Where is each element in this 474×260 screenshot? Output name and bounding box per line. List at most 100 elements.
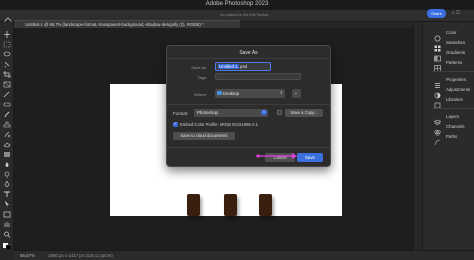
marquee-tool-icon[interactable] bbox=[3, 35, 11, 48]
embed-profile-checkbox[interactable]: ✓ bbox=[173, 121, 178, 127]
history-brush-tool-icon[interactable] bbox=[3, 125, 11, 138]
healing-brush-tool-icon[interactable] bbox=[3, 95, 11, 107]
panel-label: Adjustments bbox=[446, 87, 471, 92]
path-selection-tool-icon[interactable] bbox=[3, 195, 11, 208]
title-bar: Adobe Photoshop 2023 bbox=[0, 0, 474, 10]
format-select[interactable]: Photoshop ⇕ bbox=[194, 109, 268, 117]
adjustments-icon bbox=[434, 86, 441, 99]
patterns-icon bbox=[434, 59, 441, 72]
filename-selected-text: Untitled-1 bbox=[218, 64, 239, 69]
chevron-updown-icon: ⇕ bbox=[279, 90, 283, 95]
clone-stamp-tool-icon[interactable] bbox=[3, 115, 11, 128]
search-icon[interactable]: ⌕ ▢ bbox=[452, 10, 460, 16]
dialog-divider bbox=[167, 147, 330, 148]
eraser-tool-icon[interactable] bbox=[3, 135, 11, 148]
bottle-image bbox=[187, 194, 200, 216]
libraries-icon bbox=[434, 96, 441, 109]
share-button[interactable]: Share bbox=[427, 9, 446, 18]
save-a-copy-button[interactable]: Save a Copy... bbox=[285, 109, 323, 117]
panel-label: Layers bbox=[446, 114, 460, 119]
folder-icon bbox=[217, 91, 222, 95]
document-size: 1650 px x 1417 px (118,11 ppcm) bbox=[48, 253, 113, 258]
frame-tool-icon[interactable] bbox=[3, 75, 11, 88]
panel-icon-column bbox=[414, 22, 423, 250]
panel-divider bbox=[432, 108, 474, 109]
panel-swatches[interactable]: Swatches bbox=[434, 38, 474, 52]
properties-icon bbox=[434, 76, 441, 88]
panel-gradients[interactable]: Gradients bbox=[434, 48, 474, 62]
object-select-tool-icon[interactable] bbox=[3, 55, 11, 68]
filename-extension: .psd bbox=[238, 64, 248, 69]
color-swatch-icon[interactable] bbox=[3, 237, 12, 251]
brush-tool-icon[interactable] bbox=[3, 105, 11, 118]
panel-label: Swatches bbox=[446, 40, 466, 45]
swatches-grid-icon bbox=[434, 39, 441, 52]
where-value: Desktop bbox=[223, 91, 240, 96]
panel-divider bbox=[432, 71, 474, 72]
home-icon[interactable] bbox=[4, 12, 12, 25]
window-title: Adobe Photoshop 2023 bbox=[205, 1, 269, 7]
gradient-icon bbox=[434, 49, 441, 62]
photoshop-window: Adobe Photoshop 2023 No options for the … bbox=[0, 0, 474, 260]
filename-input[interactable]: Untitled-1.psd bbox=[215, 62, 271, 71]
save-as-label: Save As: bbox=[191, 65, 207, 70]
save-copy-checkbox[interactable] bbox=[277, 110, 282, 115]
panel-label: Properties bbox=[446, 77, 467, 82]
document-tab-label: Untitled-1 @ 66,7% (landscape-format,-tr… bbox=[25, 22, 204, 27]
crop-tool-icon[interactable] bbox=[3, 65, 11, 78]
dialog-divider bbox=[167, 58, 330, 59]
gradient-tool-icon[interactable] bbox=[3, 145, 11, 157]
panel-label: Paths bbox=[446, 134, 458, 139]
status-bar: 66,67% 1650 px x 1417 px (118,11 ppcm) bbox=[14, 250, 474, 260]
pen-tool-icon[interactable] bbox=[3, 175, 11, 188]
panel-label: Channels bbox=[446, 124, 465, 129]
panel-label: Libraries bbox=[446, 97, 463, 102]
bottle-image bbox=[224, 194, 237, 216]
chevron-updown-icon: ⇕ bbox=[261, 110, 267, 115]
dialog-divider bbox=[167, 104, 330, 105]
panel-layers[interactable]: Layers bbox=[433, 112, 474, 125]
panels-dock: Color Swatches Gradients Patterns Proper… bbox=[413, 22, 474, 250]
dodge-tool-icon[interactable] bbox=[3, 165, 11, 178]
panel-label: Gradients bbox=[446, 50, 466, 55]
panel-channels[interactable]: Channels bbox=[434, 122, 474, 136]
save-to-cloud-button[interactable]: Save to cloud documents bbox=[173, 132, 235, 140]
where-select[interactable]: Desktop ⇕ bbox=[215, 89, 285, 98]
dialog-title: Save As bbox=[239, 50, 258, 56]
hand-tool-icon[interactable] bbox=[3, 215, 11, 227]
format-value: Photoshop bbox=[197, 110, 218, 115]
blur-tool-icon[interactable] bbox=[3, 155, 11, 167]
panel-color[interactable]: Color bbox=[434, 28, 474, 42]
where-label: Where: bbox=[194, 92, 207, 97]
chevron-down-icon: ⌄ bbox=[294, 90, 298, 95]
panel-label: Patterns bbox=[446, 60, 463, 65]
eyedropper-tool-icon[interactable] bbox=[3, 85, 11, 98]
channels-icon bbox=[434, 123, 441, 136]
panel-patterns[interactable]: Patterns bbox=[434, 58, 474, 72]
paths-icon bbox=[434, 133, 441, 146]
zoom-tool-icon[interactable] bbox=[3, 225, 11, 238]
panel-paths[interactable]: Paths bbox=[434, 132, 474, 146]
tags-input[interactable] bbox=[215, 73, 301, 80]
panel-libraries[interactable]: Libraries bbox=[434, 95, 474, 109]
options-hint: No options for the Edit Toolbar... bbox=[220, 13, 272, 17]
embed-profile-label: Embed Color Profile: sRGB IEC61966-2.1 bbox=[180, 122, 258, 127]
rectangle-tool-icon[interactable] bbox=[3, 205, 11, 218]
format-label: Format: bbox=[173, 111, 189, 116]
lasso-tool-icon[interactable] bbox=[3, 45, 11, 57]
type-tool-icon[interactable] bbox=[3, 185, 11, 197]
panel-label: Color bbox=[446, 30, 457, 35]
layers-icon bbox=[433, 113, 442, 125]
bottle-image bbox=[259, 194, 272, 216]
tools-panel bbox=[0, 22, 14, 251]
tags-label: Tags: bbox=[197, 75, 207, 80]
document-tab[interactable]: Untitled-1 @ 66,7% (landscape-format,-tr… bbox=[14, 20, 240, 28]
panel-adjustments[interactable]: Adjustments bbox=[434, 85, 474, 99]
expand-button[interactable]: ⌄ bbox=[292, 89, 301, 98]
save-as-dialog: Save As Save As: Untitled-1.psd Tags: Wh… bbox=[166, 45, 331, 167]
checkmark-icon: ✓ bbox=[173, 121, 178, 126]
panel-properties[interactable]: Properties bbox=[434, 75, 474, 88]
color-wheel-icon bbox=[434, 29, 441, 42]
move-tool-icon[interactable] bbox=[3, 25, 11, 38]
zoom-level[interactable]: 66,67% bbox=[20, 253, 35, 258]
